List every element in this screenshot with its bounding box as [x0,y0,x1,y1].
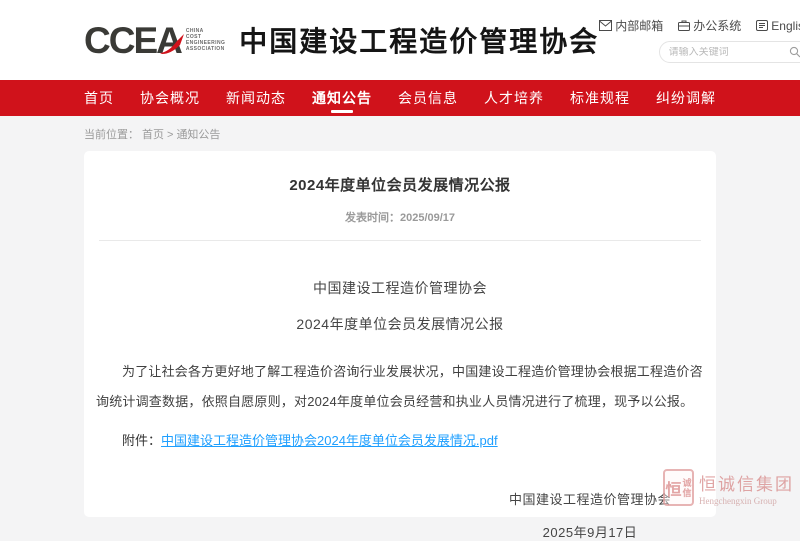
mail-icon [599,20,612,31]
main-nav: 首页 协会概况 新闻动态 通知公告 会员信息 人才培养 标准规程 纠纷调解 [0,80,800,116]
breadcrumb-label: 当前位置： [84,129,139,141]
link-internal-mail-label: 内部邮箱 [615,17,663,34]
nav-item-about[interactable]: 协会概况 [140,80,200,116]
search-box [659,41,800,63]
signature-date: 2025年9月17日 [543,522,638,541]
title-divider [99,240,701,241]
hengchengxin-watermark: 恒 诚 信 恒诚信集团 Hengchengxin Group [663,469,794,506]
link-english[interactable]: English [756,17,800,34]
nav-item-home[interactable]: 首页 [84,80,114,116]
publish-date-label: 发表时间： [345,212,400,224]
article-title: 2024年度单位会员发展情况公报 [84,174,716,195]
link-internal-mail[interactable]: 内部邮箱 [599,17,663,34]
link-office-system-label: 办公系统 [693,17,741,34]
site-header: CCEA CHINA COST ENGINEERING ASSOCIATION … [0,0,800,80]
ccea-logo-subtext: CHINA COST ENGINEERING ASSOCIATION [186,28,225,52]
link-office-system[interactable]: 办公系统 [678,17,741,34]
briefcase-icon [678,20,690,31]
search-icon[interactable] [789,46,800,58]
article-card: 2024年度单位会员发展情况公报 发表时间：2025/09/17 中国建设工程造… [84,151,716,517]
publish-date-value: 2025/09/17 [400,212,455,224]
nav-item-training[interactable]: 人才培养 [484,80,544,116]
link-english-label: English [771,19,800,33]
active-tab-underline [331,110,353,113]
body-heading-title: 2024年度单位会员发展情况公报 [84,314,716,334]
search-input[interactable] [669,47,789,58]
nav-item-news[interactable]: 新闻动态 [226,80,286,116]
site-title: 中国建设工程造价管理协会 [239,20,599,60]
nav-item-notices[interactable]: 通知公告 [312,80,372,116]
signature-org: 中国建设工程造价管理协会 [509,489,671,508]
ccea-logo[interactable]: CCEA CHINA COST ENGINEERING ASSOCIATION … [84,20,599,60]
attachment-row: 附件：中国建设工程造价管理协会2024年度单位会员发展情况.pdf [96,430,704,449]
breadcrumb-current[interactable]: 通知公告 [176,129,220,141]
breadcrumb: 当前位置：首页>通知公告 [84,116,716,151]
globe-icon [756,20,768,31]
attachment-pdf-link[interactable]: 中国建设工程造价管理协会2024年度单位会员发展情况.pdf [161,433,498,448]
article-publish-date: 发表时间：2025/09/17 [84,209,716,225]
nav-item-members[interactable]: 会员信息 [398,80,458,116]
attachment-label: 附件： [122,433,161,448]
breadcrumb-home-link[interactable]: 首页 [142,129,164,141]
nav-item-dispute[interactable]: 纠纷调解 [656,80,716,116]
body-heading-org: 中国建设工程造价管理协会 [84,278,716,298]
signature-block: 中国建设工程造价管理协会 2025年9月17日 [509,489,671,541]
breadcrumb-separator: > [167,129,173,141]
ccea-logo-acronym: CCEA [84,22,181,59]
nav-item-standards[interactable]: 标准规程 [570,80,630,116]
article-paragraph: 为了让社会各方更好地了解工程造价咨询行业发展状况，中国建设工程造价管理协会根据工… [96,357,704,417]
logo-swoosh-icon [159,33,185,55]
watermark-name-en: Hengchengxin Group [699,496,794,506]
watermark-name: 恒诚信集团 [699,470,794,495]
hengchengxin-seal-icon: 恒 诚 信 [663,469,694,506]
